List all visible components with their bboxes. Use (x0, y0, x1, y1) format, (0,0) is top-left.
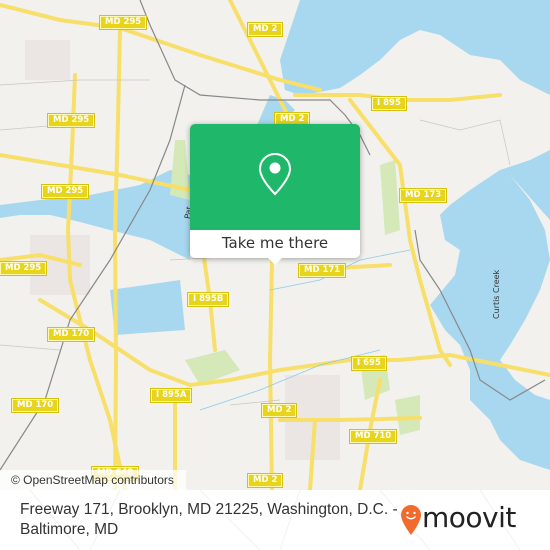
moovit-wordmark: moovit (422, 501, 516, 534)
road-shield: I 895A (149, 388, 193, 403)
road-shield: MD 295 (40, 184, 90, 199)
footer: Freeway 171, Brooklyn, MD 21225, Washing… (0, 490, 550, 550)
road-shield: MD 2 (260, 403, 298, 418)
road-shield: MD 2 (246, 473, 284, 488)
popup-header (190, 124, 360, 230)
urban-area-1 (25, 40, 70, 80)
road-shield: MD 295 (46, 113, 96, 128)
road-shield: MD 171 (297, 263, 347, 278)
map-pin-icon (258, 152, 292, 196)
water-harbor (280, 0, 550, 95)
road-shield: MD 710 (348, 429, 398, 444)
road-shield: MD 173 (398, 188, 448, 203)
water-label-curtis-creek: Curtis Creek (492, 269, 501, 319)
park-2 (380, 160, 400, 235)
map-attribution[interactable]: © OpenStreetMap contributors (0, 470, 186, 490)
water-lake (110, 280, 185, 335)
road-shield: MD 2 (246, 22, 284, 37)
map-canvas[interactable]: MD 295 MD 2 I 895 MD 2 MD 295 MD 173 MD … (0, 0, 550, 490)
location-popup: Take me there (190, 124, 360, 265)
moovit-pin-icon (401, 505, 421, 535)
park-5 (395, 395, 420, 435)
popup-pointer (267, 257, 283, 265)
address-text: Freeway 171, Brooklyn, MD 21225, Washing… (20, 501, 398, 538)
road-shield: I 695 (351, 356, 387, 371)
take-me-there-button[interactable]: Take me there (190, 230, 360, 258)
road-shield: MD 170 (10, 398, 60, 413)
road-shield: I 895B (186, 292, 230, 307)
moovit-logo[interactable]: moovit (400, 500, 516, 540)
road-shield: MD 295 (98, 15, 148, 30)
road-shield: MD 295 (0, 261, 48, 276)
road-shield: MD 170 (46, 327, 96, 342)
road-shield: I 895 (371, 96, 407, 111)
